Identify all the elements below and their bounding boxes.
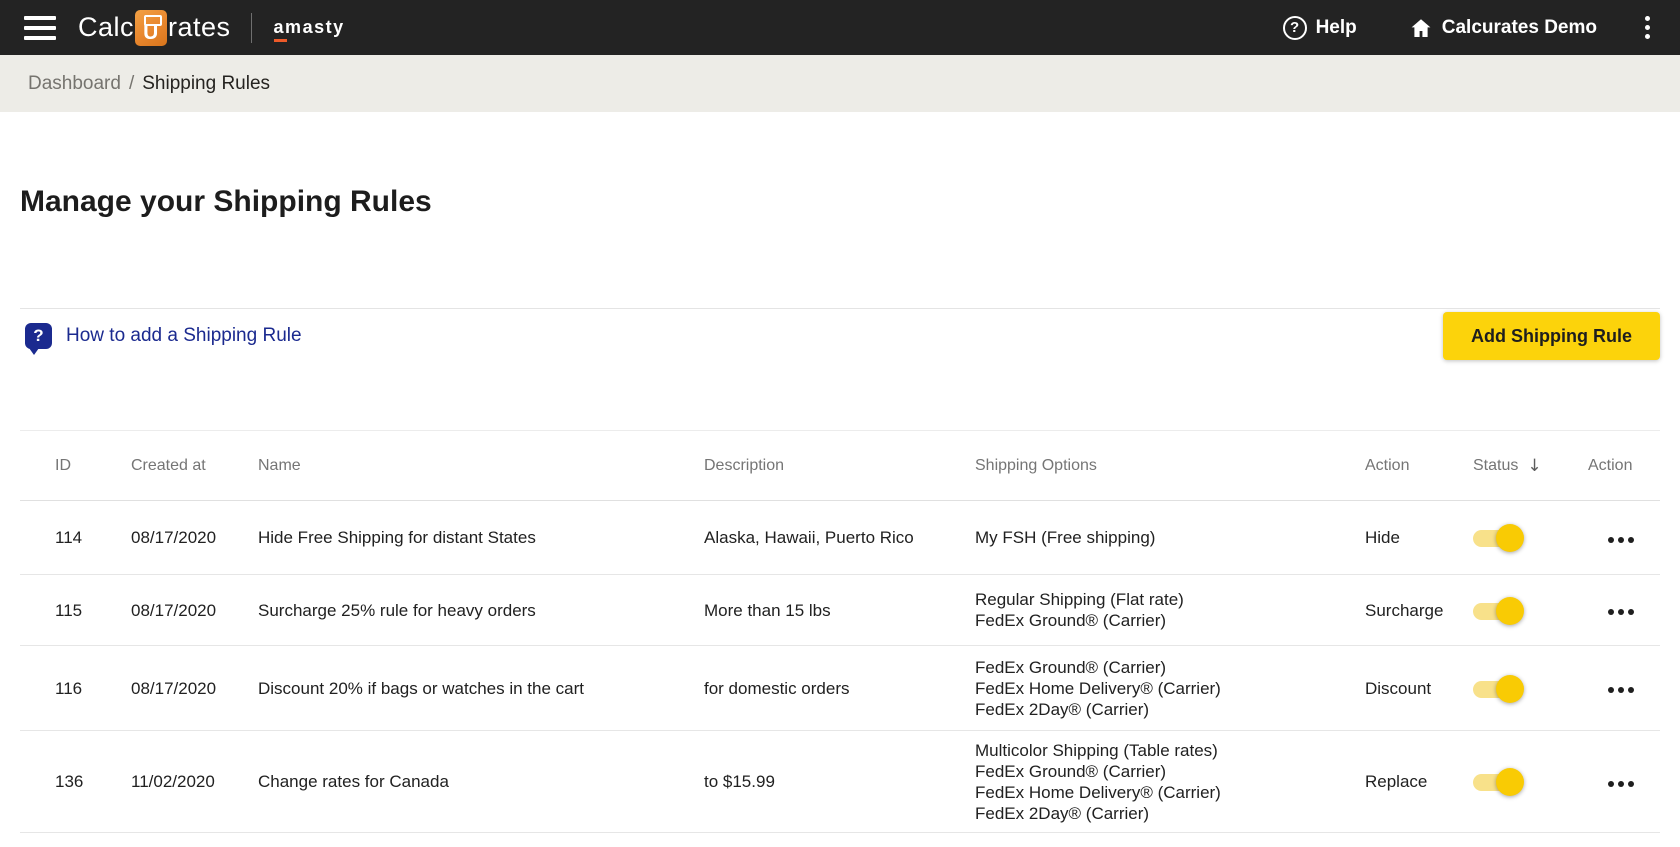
shipping-option: Multicolor Shipping (Table rates) <box>975 740 1218 760</box>
shipping-option: My FSH (Free shipping) <box>975 528 1156 547</box>
row-actions-button[interactable] <box>1606 775 1636 793</box>
cell-description: More than 15 lbs <box>704 574 975 646</box>
cell-id: 115 <box>20 574 131 646</box>
cell-row-menu <box>1588 730 1660 833</box>
cell-action: Replace <box>1365 730 1473 833</box>
cell-name: Change rates for Canada <box>258 730 704 833</box>
toolbar: ? How to add a Shipping Rule Add Shippin… <box>20 312 1660 360</box>
cell-row-menu <box>1588 500 1660 575</box>
home-icon <box>1411 18 1431 37</box>
menu-icon[interactable] <box>24 15 56 40</box>
table-row: 115 08/17/2020 Surcharge 25% rule for heav… <box>20 574 1660 646</box>
cell-name: Surcharge 25% rule for heavy orders <box>258 574 704 646</box>
howto-link-label: How to add a Shipping Rule <box>66 325 302 346</box>
row-actions-button[interactable] <box>1606 681 1636 699</box>
shipping-option: FedEx Ground® (Carrier) <box>975 657 1167 677</box>
column-header-created-at[interactable]: Created at <box>131 430 258 501</box>
status-toggle[interactable] <box>1473 596 1524 625</box>
column-header-shipping-options[interactable]: Shipping Options <box>975 430 1365 501</box>
howto-link[interactable]: ? How to add a Shipping Rule <box>25 323 302 355</box>
overflow-menu-icon[interactable] <box>1641 12 1654 43</box>
store-button[interactable]: Calcurates Demo <box>1409 16 1597 40</box>
cell-status <box>1473 500 1588 575</box>
cell-description: for domestic orders <box>704 645 975 731</box>
shipping-option: FedEx Ground® (Carrier) <box>975 611 1167 630</box>
status-toggle-knob <box>1496 674 1524 703</box>
cell-name: Discount 20% if bags or watches in the c… <box>258 645 704 731</box>
cell-action: Surcharge <box>1365 574 1473 646</box>
shipping-option: FedEx Home Delivery® (Carrier) <box>975 782 1221 802</box>
account-label: Calcurates Demo <box>1441 16 1597 38</box>
row-actions-button[interactable] <box>1606 603 1636 621</box>
calculator-box-icon: U <box>135 9 168 46</box>
cell-name: Hide Free Shipping for distant States <box>258 500 704 575</box>
page-title: Manage your Shipping Rules <box>20 185 432 218</box>
cell-action: Hide <box>1365 500 1473 575</box>
status-header-label: Status <box>1473 456 1519 474</box>
cell-status <box>1473 730 1588 833</box>
help-circle-icon: ? <box>1282 15 1307 40</box>
table-row: 114 08/17/2020 Hide Free Shipping for dist… <box>20 500 1660 575</box>
cell-id: 114 <box>20 500 131 575</box>
cell-created-at: 08/17/2020 <box>131 500 258 575</box>
breadcrumb-dashboard[interactable]: Dashboard <box>28 73 121 95</box>
help-button[interactable]: ? Help <box>1282 15 1357 40</box>
cell-description: to $15.99 <box>704 730 975 833</box>
cell-status <box>1473 645 1588 731</box>
logo-divider <box>250 12 252 43</box>
section-divider <box>20 308 1660 309</box>
question-bubble-icon: ? <box>25 323 52 355</box>
add-shipping-rule-button[interactable]: Add Shipping Rule <box>1443 312 1660 360</box>
column-header-row-action[interactable]: Action <box>1588 430 1660 501</box>
cell-action: Discount <box>1365 645 1473 731</box>
column-header-action[interactable]: Action <box>1365 430 1473 501</box>
table-row: 116 08/17/2020 Discount 20% if bags or wat… <box>20 645 1660 731</box>
cell-status <box>1473 574 1588 646</box>
cell-row-menu <box>1588 645 1660 731</box>
sort-descending-icon: ↓ <box>1527 455 1542 476</box>
cell-description: Alaska, Hawaii, Puerto Rico <box>704 500 975 575</box>
cell-shipping-options: FedEx Ground® (Carrier) FedEx Home Delive… <box>975 645 1365 731</box>
table-row: 136 11/02/2020 Change rates for Canada to $… <box>20 730 1660 833</box>
table-header-row: ID Created at Name Description Shipping … <box>20 430 1660 501</box>
cell-id: 116 <box>20 645 131 731</box>
cell-shipping-options: Multicolor Shipping (Table rates) FedEx G… <box>975 730 1365 833</box>
status-toggle-knob <box>1496 524 1524 553</box>
status-toggle-knob <box>1496 768 1524 797</box>
cell-created-at: 08/17/2020 <box>131 574 258 646</box>
cell-shipping-options: Regular Shipping (Flat rate) FedEx Ground… <box>975 574 1365 646</box>
cell-row-menu <box>1588 574 1660 646</box>
app-header: Calc U rates amasty ? Help Calcurates De… <box>0 0 1680 55</box>
status-toggle-knob <box>1496 596 1524 625</box>
column-header-status[interactable]: Status ↓ <box>1473 430 1588 501</box>
calcurates-logo[interactable]: Calc U rates <box>78 9 231 46</box>
shipping-option: FedEx 2Day® (Carrier) <box>975 699 1150 719</box>
column-header-id[interactable]: ID <box>20 430 131 501</box>
column-header-name[interactable]: Name <box>258 430 704 501</box>
main-content: Manage your Shipping Rules ? How to add … <box>0 182 1680 833</box>
cell-created-at: 08/17/2020 <box>131 645 258 731</box>
status-toggle[interactable] <box>1473 768 1524 797</box>
cell-id: 136 <box>20 730 131 833</box>
shipping-rules-table: ID Created at Name Description Shipping … <box>20 430 1660 833</box>
cell-created-at: 11/02/2020 <box>131 730 258 833</box>
row-actions-button[interactable] <box>1606 531 1636 549</box>
breadcrumb-separator: / <box>128 72 135 94</box>
shipping-option: Regular Shipping (Flat rate) <box>975 590 1184 609</box>
logo-text-rates: rates <box>168 12 231 42</box>
shipping-option: FedEx Home Delivery® (Carrier) <box>975 678 1221 698</box>
shipping-option: FedEx 2Day® (Carrier) <box>975 803 1150 823</box>
breadcrumb: Dashboard / Shipping Rules <box>0 55 1680 112</box>
status-toggle[interactable] <box>1473 524 1524 553</box>
status-toggle[interactable] <box>1473 674 1524 703</box>
shipping-option: FedEx Ground® (Carrier) <box>975 761 1167 781</box>
cell-shipping-options: My FSH (Free shipping) <box>975 500 1365 575</box>
help-label: Help <box>1315 16 1357 38</box>
column-header-description[interactable]: Description <box>704 430 975 501</box>
breadcrumb-current: Shipping Rules <box>142 72 271 94</box>
amasty-logo: amasty <box>273 17 345 42</box>
logo-text-calc: Calc <box>78 12 135 42</box>
